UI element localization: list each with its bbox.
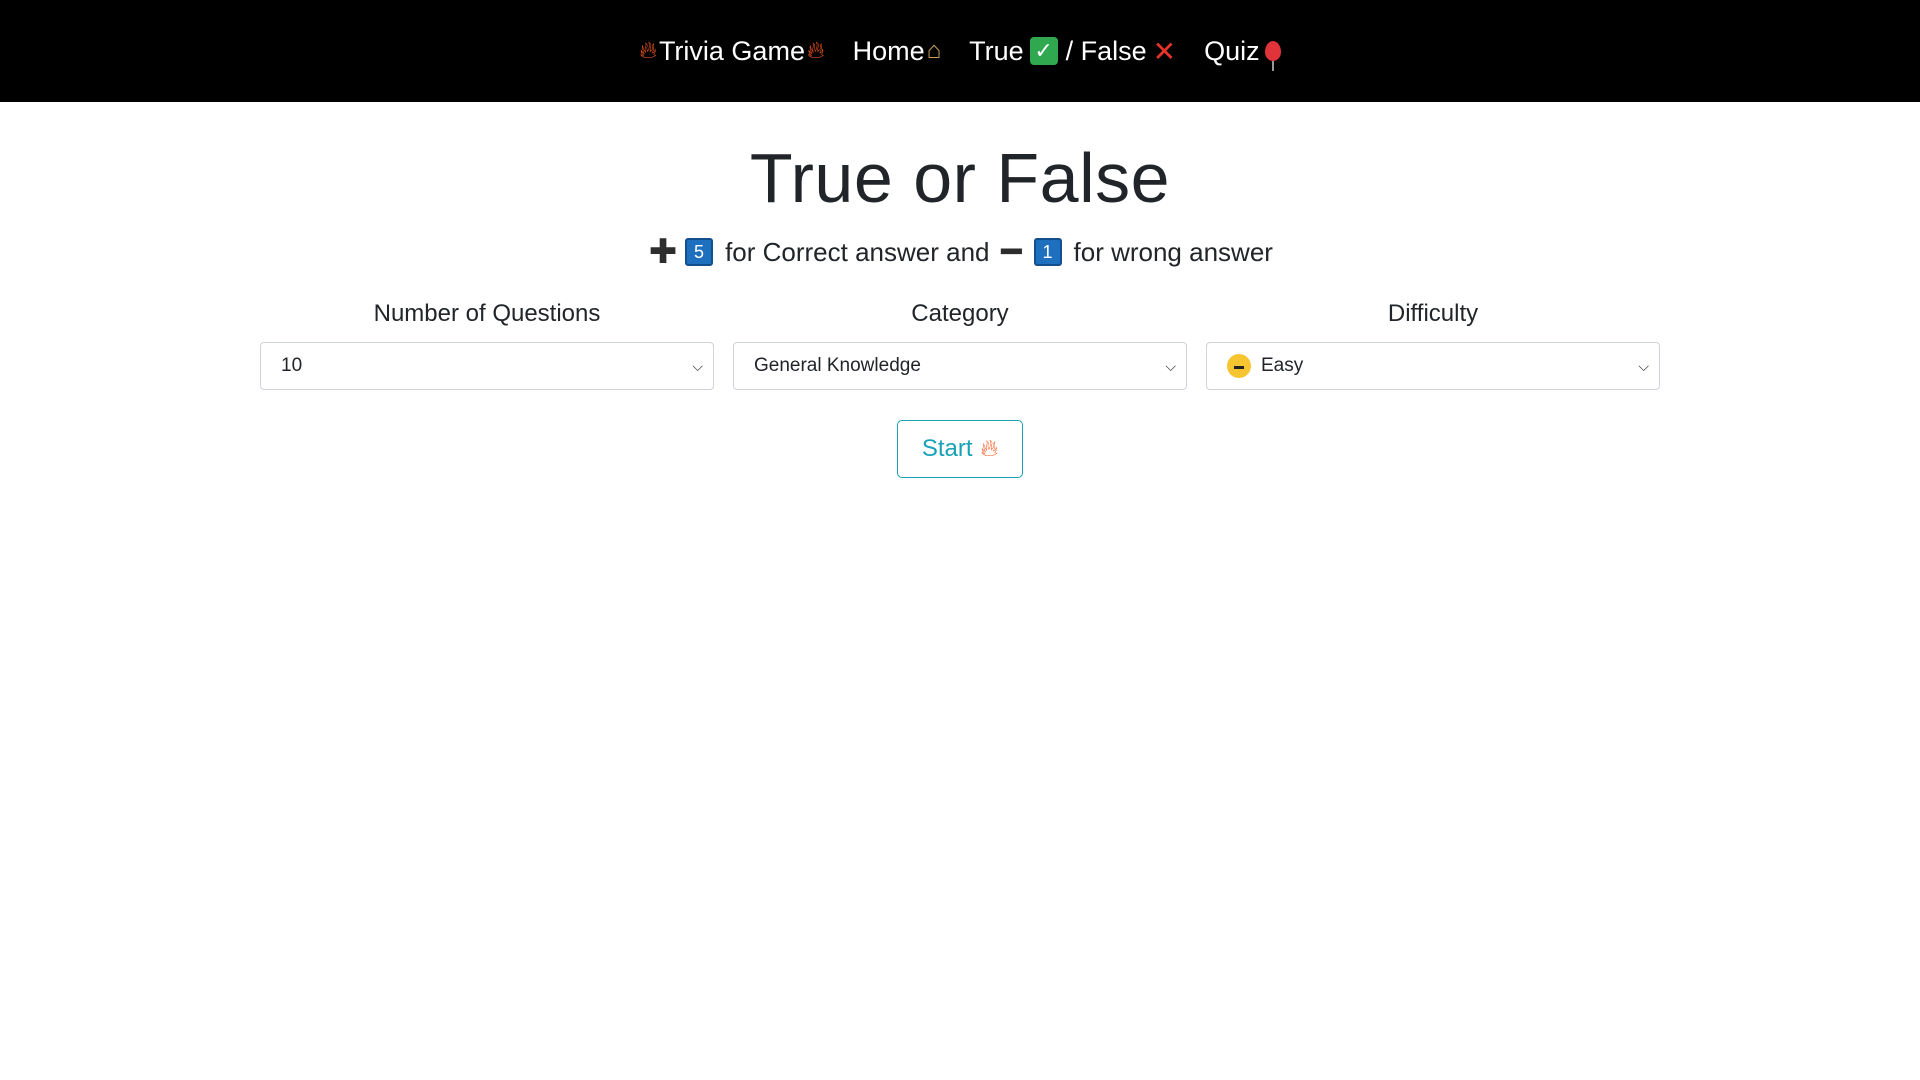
difficulty-value-wrap: ▬ Easy (1227, 354, 1303, 378)
wrong-points-badge: 1 (1033, 238, 1062, 266)
page-title: True or False (749, 139, 1171, 217)
questions-field: Number of Questions 10 ⌵ (260, 300, 714, 390)
questions-label: Number of Questions (373, 300, 601, 327)
house-icon: ⌂ (926, 37, 942, 64)
difficulty-label: Difficulty (1387, 300, 1479, 327)
wrong-points-text: for wrong answer (1073, 236, 1273, 267)
nav-link-home-label: Home (852, 35, 925, 66)
category-field: Category General Knowledge ⌵ (733, 300, 1187, 390)
chevron-down-icon: ⌵ (692, 357, 703, 374)
questions-value: 10 (281, 355, 303, 376)
fire-icon: 🔥︎ (980, 435, 999, 462)
nav-link-quiz-label: Quiz (1204, 35, 1260, 66)
category-value: General Knowledge (754, 355, 921, 376)
main-content: True or False ✚ 5 for Correct answer and… (0, 138, 1920, 478)
nav-link-quiz[interactable]: Quiz (1204, 35, 1281, 71)
nav-link-false-label: / False (1065, 35, 1147, 66)
check-mark-icon: ✓ (1029, 37, 1058, 65)
navbar: 🔥︎ Trivia Game 🔥︎ Home ⌂ True ✓ / False … (0, 0, 1920, 102)
difficulty-select[interactable]: ▬ Easy ⌵ (1206, 342, 1660, 390)
fire-icon: 🔥︎ (806, 37, 825, 64)
minus-icon: ━ (1001, 233, 1022, 271)
nav-link-true-label: True (969, 35, 1024, 66)
fire-icon: 🔥︎ (639, 37, 657, 64)
correct-points-badge: 5 (685, 238, 714, 266)
questions-select[interactable]: 10 ⌵ (260, 342, 714, 390)
category-select[interactable]: General Knowledge ⌵ (733, 342, 1187, 390)
chevron-down-icon: ⌵ (1165, 357, 1176, 374)
correct-points-text: for Correct answer and (725, 236, 990, 267)
nav-link-true-false[interactable]: True ✓ / False ✕ (969, 35, 1176, 68)
balloon-icon (1264, 41, 1281, 71)
start-button-label: Start (921, 435, 973, 462)
nav-brand-label: Trivia Game (658, 35, 805, 66)
difficulty-field: Difficulty ▬ Easy ⌵ (1206, 300, 1660, 390)
difficulty-value: Easy (1261, 355, 1304, 376)
cross-mark-icon: ✕ (1152, 35, 1177, 67)
settings-form: Number of Questions 10 ⌵ Category Genera… (260, 300, 1660, 390)
nav-brand[interactable]: 🔥︎ Trivia Game 🔥︎ (639, 36, 824, 67)
plus-icon: ✚ (648, 233, 678, 271)
category-label: Category (911, 300, 1009, 327)
chevron-down-icon: ⌵ (1638, 357, 1649, 374)
scoring-info: ✚ 5 for Correct answer and ━ 1 for wrong… (0, 232, 1920, 272)
nav-link-home[interactable]: Home ⌂ (853, 36, 942, 67)
smiling-face-with-sunglasses-icon: ▬ (1227, 354, 1251, 378)
start-button[interactable]: Start 🔥︎ (897, 420, 1023, 478)
